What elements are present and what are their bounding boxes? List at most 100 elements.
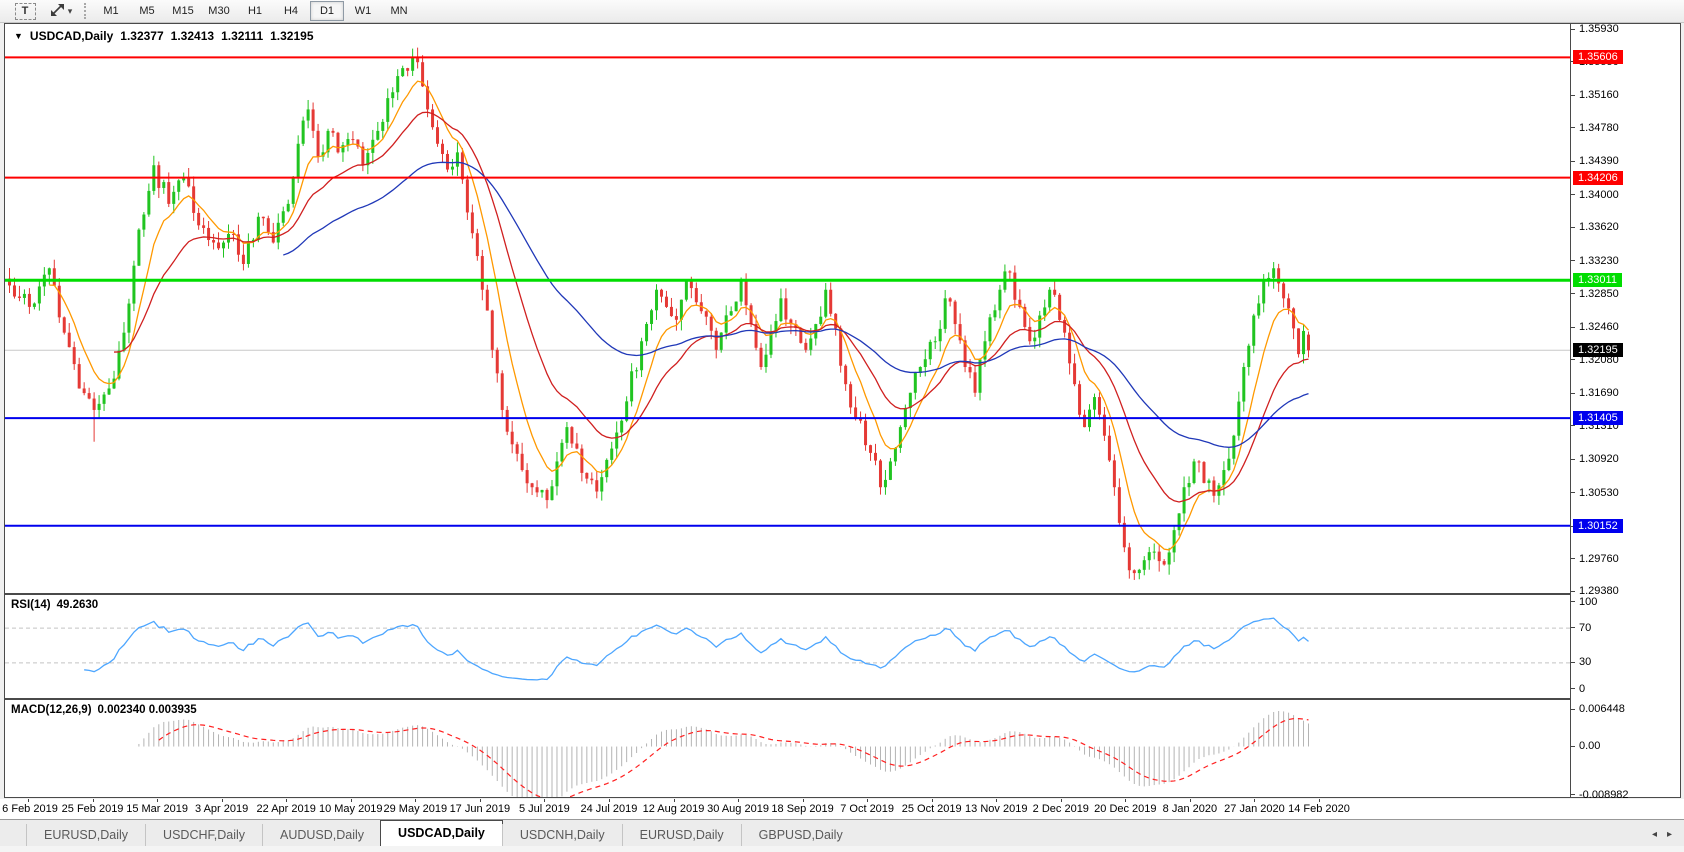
date-tick [350, 799, 352, 802]
macd-label: MACD(12,26,9) 0.002340 0.003935 [11, 704, 197, 716]
price-tick: 1.34780 [1571, 121, 1619, 134]
timeframe-button[interactable]: M30 [202, 1, 236, 21]
date-label: 29 May 2019 [383, 803, 448, 815]
main-chart-canvas[interactable] [5, 24, 1570, 593]
toolbar-grip [84, 3, 86, 19]
price-tick: 0 [1571, 682, 1585, 695]
status-strip [0, 846, 1684, 852]
tab-scroll-right-icon[interactable]: ▸ [1667, 829, 1672, 840]
symbol-dropdown-icon[interactable]: ▼ [14, 31, 23, 41]
price-tick: 1.32850 [1571, 287, 1619, 300]
arrows-tool-icon [50, 3, 65, 20]
date-label: 5 Jul 2019 [519, 803, 570, 815]
date-label: 20 Dec 2019 [1094, 803, 1157, 815]
timeframe-button[interactable]: M15 [166, 1, 200, 21]
rsi-current-value: 49.2630 [56, 599, 99, 611]
price-tick: 1.33620 [1571, 221, 1619, 234]
bar-low-value: 1.32111 [221, 29, 264, 43]
date-tick [802, 799, 804, 802]
timeframe-button-group: M1 M5 M15 M30 H1 H4 D1 W1 MN [93, 1, 417, 21]
date-tick [92, 799, 94, 802]
tab-scroll-left-icon[interactable]: ◂ [1652, 829, 1657, 840]
chart-tab[interactable]: EURUSD,Daily [26, 824, 145, 846]
chart-tab[interactable]: AUDUSD,Daily [262, 824, 381, 846]
date-tick [1125, 799, 1127, 802]
chart-title[interactable]: ▼ USDCAD,Daily 1.32377 1.32413 1.32111 1… [14, 29, 314, 43]
price-tick: 1.29760 [1571, 552, 1619, 565]
date-label: 22 Apr 2019 [256, 803, 316, 815]
price-tick: 70 [1571, 621, 1591, 634]
date-tick [1319, 799, 1320, 802]
bar-open-value: 1.32377 [120, 29, 164, 43]
chart-tab[interactable]: USDCNH,Daily [501, 824, 622, 846]
price-tick: 0.00 [1571, 740, 1600, 753]
date-label: 13 Nov 2019 [965, 803, 1028, 815]
date-tick [544, 799, 546, 802]
date-label: 18 Sep 2019 [771, 803, 834, 815]
bar-high-value: 1.32413 [170, 29, 215, 43]
date-tick [996, 799, 998, 802]
price-tick: 1.30530 [1571, 486, 1619, 499]
timeframe-button[interactable]: H4 [274, 1, 308, 21]
timeframe-button[interactable]: M1 [94, 1, 128, 21]
date-tick [28, 799, 29, 802]
date-label: 2 Dec 2019 [1032, 803, 1089, 815]
date-tick [286, 799, 288, 802]
chart-tab[interactable]: USDCHF,Daily [145, 824, 262, 846]
chart-tab[interactable]: EURUSD,Daily [621, 824, 741, 846]
date-label: 10 May 2019 [318, 803, 383, 815]
date-label: 24 Jul 2019 [580, 803, 638, 815]
date-tick [1254, 799, 1256, 802]
price-tag: 1.31405 [1573, 411, 1623, 426]
date-label: 30 Aug 2019 [707, 803, 769, 815]
date-tick [673, 799, 675, 802]
price-tick: 100 [1571, 595, 1597, 608]
price-axis[interactable]: 1.359301.355501.351601.347801.343901.340… [1571, 23, 1681, 801]
price-tag: 1.32195 [1573, 343, 1623, 358]
chart-tab[interactable]: GBPUSD,Daily [740, 824, 860, 846]
date-tick [479, 799, 481, 802]
date-tick [738, 799, 740, 802]
macd-panel-canvas[interactable] [5, 700, 1570, 797]
price-tick: 1.35930 [1571, 23, 1619, 36]
tab-scroll-controls: ◂ ▸ [1652, 829, 1672, 840]
date-tick [221, 799, 223, 802]
timeframe-button[interactable]: MN [382, 1, 416, 21]
date-tick [608, 799, 610, 802]
date-tick [867, 799, 869, 802]
text-tool-icon: T [14, 2, 36, 20]
text-tool-button[interactable]: T [8, 1, 42, 21]
timeframe-button[interactable]: H1 [238, 1, 272, 21]
chart-tab-bar: EURUSD,Daily USDCHF,Daily AUDUSD,Daily USDC… [0, 819, 1684, 846]
date-label: 27 Jan 2020 [1224, 803, 1285, 815]
date-axis[interactable]: 6 Feb 2019 25 Feb 2019 15 Mar 2019 3 Apr 20… [0, 799, 1684, 819]
price-tag: 1.35606 [1573, 50, 1623, 65]
date-tick [415, 799, 417, 802]
chart-tab[interactable]: USDCAD,Daily [380, 820, 503, 846]
timeframe-button[interactable]: D1 [310, 1, 344, 21]
date-label: 25 Oct 2019 [901, 803, 962, 815]
rsi-panel-canvas[interactable] [5, 595, 1570, 698]
date-label: 17 Jun 2019 [449, 803, 511, 815]
date-label: 3 Apr 2019 [195, 803, 249, 815]
date-label: 7 Oct 2019 [840, 803, 895, 815]
arrows-tool-button[interactable]: ▾ [44, 1, 78, 21]
rsi-name: RSI(14) [11, 599, 51, 611]
price-tag: 1.30152 [1573, 518, 1623, 533]
date-label: 14 Feb 2020 [1288, 803, 1350, 815]
date-label: 6 Feb 2019 [2, 803, 58, 815]
price-tick: 0.006448 [1571, 703, 1625, 716]
bar-close-value: 1.32195 [270, 29, 314, 43]
timeframe-button[interactable]: W1 [346, 1, 380, 21]
date-tick [931, 799, 933, 802]
date-tick [157, 799, 159, 802]
chevron-down-icon: ▾ [67, 5, 73, 16]
date-label: 15 Mar 2019 [126, 803, 188, 815]
date-tick [1189, 799, 1191, 802]
symbol-name: USDCAD,Daily [29, 29, 114, 43]
chart-window: ▼ USDCAD,Daily 1.32377 1.32413 1.32111 1… [4, 23, 1681, 801]
timeframe-button[interactable]: M5 [130, 1, 164, 21]
price-tag: 1.33011 [1573, 273, 1622, 288]
date-label: 12 Aug 2019 [642, 803, 705, 815]
date-tick [1060, 799, 1062, 802]
